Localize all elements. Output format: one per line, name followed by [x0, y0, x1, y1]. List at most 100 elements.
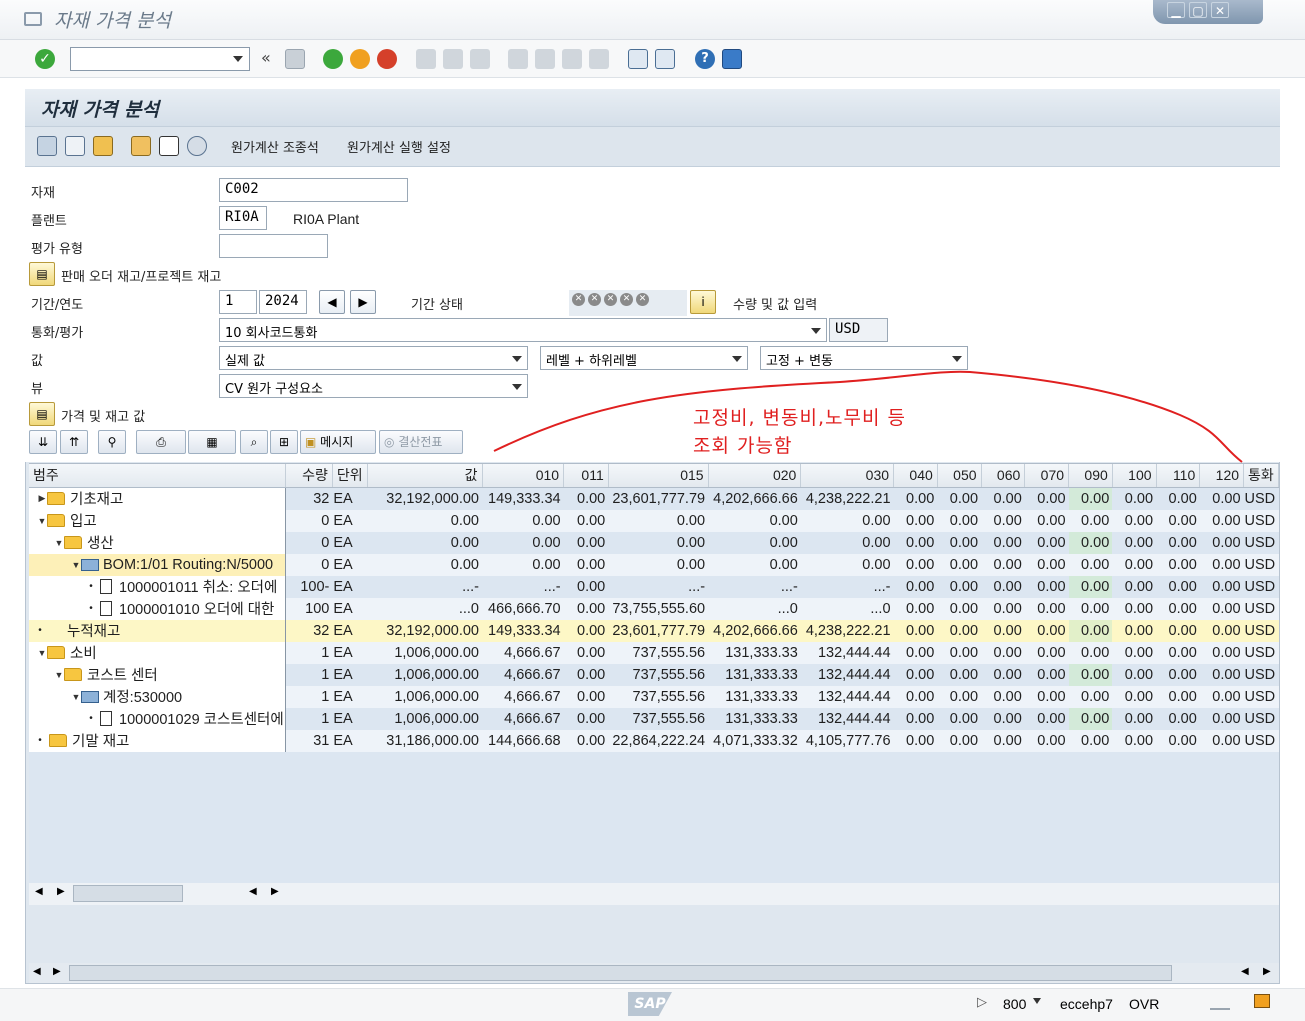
last-page-icon[interactable]	[589, 49, 609, 69]
table-row[interactable]: • 1000001011 취소: 오더에 100- EA ...- ...- 0.00...…	[29, 575, 1279, 598]
column-header[interactable]: 범주	[29, 464, 287, 488]
period-field[interactable]: 1	[219, 290, 257, 314]
shortcut-icon[interactable]	[655, 49, 675, 69]
lock-icon[interactable]	[1254, 994, 1270, 1008]
scroll-right-icon[interactable]: ▶	[53, 966, 61, 977]
costing-cockpit-link[interactable]: 원가계산 조종석	[231, 137, 319, 156]
hierarchy-icon[interactable]	[93, 136, 113, 156]
collapse-icon[interactable]: ▼	[54, 670, 64, 680]
previous-period-button[interactable]: ◀	[319, 290, 345, 314]
tree-cell[interactable]: ▼ 소비	[29, 641, 287, 664]
scroll-right-icon[interactable]: ▶	[1263, 966, 1271, 977]
refresh-icon[interactable]	[37, 136, 57, 156]
collapse-icon[interactable]: ▼	[37, 516, 47, 526]
expand-all-button[interactable]: ⇊	[29, 430, 57, 454]
layout-button[interactable]: ▦	[188, 430, 236, 454]
print-icon[interactable]	[416, 49, 436, 69]
table-row[interactable]: ▼ 생산 0 EA 0.00 0.00 0.00 0.00 0.00 0.00 0.00 0.00 0.…	[29, 531, 1279, 554]
close-icon[interactable]: ✕	[1211, 2, 1229, 18]
back-icon[interactable]	[323, 49, 343, 69]
table-icon[interactable]	[159, 136, 179, 156]
tree-cell[interactable]: ▼ BOM:1/01 Routing:N/5000	[29, 553, 287, 576]
plant-field[interactable]: RI0A	[219, 206, 267, 230]
tree-cell[interactable]: • 1000001010 오더에 대한	[29, 597, 287, 620]
display-icon[interactable]	[65, 136, 85, 156]
first-page-icon[interactable]	[508, 49, 528, 69]
table-row[interactable]: • 기말 재고 31 EA 31,186,000.00 144,666.68 0.00 22,…	[29, 729, 1279, 752]
scroll-left-icon[interactable]: ◀	[249, 886, 257, 897]
minimize-icon[interactable]: ▁	[1167, 2, 1185, 18]
currency-select[interactable]: 10 회사코드통화	[219, 318, 827, 342]
table-row[interactable]: ▼ BOM:1/01 Routing:N/5000 0 EA 0.00 0.00 0.00 0…	[29, 553, 1279, 576]
scroll-left-icon[interactable]: ◀	[35, 886, 43, 897]
sales-order-stock-toggle[interactable]: ▤	[29, 262, 55, 286]
message-button[interactable]: ▣ 메시지	[300, 430, 376, 454]
find-icon[interactable]	[443, 49, 463, 69]
hierarchy-button[interactable]: ⊞	[270, 430, 298, 454]
expand-icon[interactable]: ▶	[37, 493, 47, 504]
scroll-thumb[interactable]	[69, 965, 1172, 981]
save-icon[interactable]	[285, 49, 305, 69]
costing-run-settings-link[interactable]: 원가계산 실행 설정	[347, 137, 451, 156]
detail-button[interactable]: ⌕	[240, 430, 268, 454]
collapse-icon[interactable]: ▼	[71, 692, 81, 702]
column-header[interactable]: 단위	[332, 464, 368, 488]
scroll-left-icon[interactable]: ◀	[33, 966, 41, 977]
exit-icon[interactable]	[24, 12, 42, 26]
material-field[interactable]: C002	[219, 178, 408, 202]
collapse-icon[interactable]: «	[261, 48, 271, 67]
calculator-icon[interactable]	[131, 136, 151, 156]
collapse-icon[interactable]: ▼	[37, 648, 47, 658]
help-icon[interactable]: ?	[695, 49, 715, 69]
cancel-icon[interactable]	[377, 49, 397, 69]
price-stock-values-toggle[interactable]: ▤	[29, 402, 55, 426]
table-row[interactable]: • 1000001010 오더에 대한 100 EA ...0 466,666.70 0.0…	[29, 597, 1279, 620]
find-button[interactable]: ⚲	[98, 430, 126, 454]
column-header[interactable]: 값	[367, 464, 483, 488]
zoom-icon[interactable]	[187, 136, 207, 156]
collapse-icon[interactable]: ▼	[54, 538, 64, 548]
tree-cell[interactable]: • 1000001011 취소: 오더에	[29, 575, 287, 598]
find-next-icon[interactable]	[470, 49, 490, 69]
table-row[interactable]: • 1000001029 코스트센터에 1 EA 1,006,000.00 4,666.6…	[29, 707, 1279, 730]
previous-page-icon[interactable]	[535, 49, 555, 69]
play-icon[interactable]: ▷	[977, 995, 987, 1010]
tree-cell[interactable]: • 1000001029 코스트센터에	[29, 707, 287, 730]
info-button[interactable]: i	[690, 290, 716, 314]
table-row[interactable]: • 누적재고 32 EA 32,192,000.00 149,333.34 0.00 23,6…	[29, 619, 1279, 642]
chevron-down-icon[interactable]	[233, 56, 243, 62]
tree-cell[interactable]: ▼ 코스트 센터	[29, 663, 287, 686]
collapse-icon[interactable]: ▼	[71, 560, 81, 570]
print-button[interactable]: ⎙	[136, 430, 186, 454]
maximize-icon[interactable]: ▢	[1189, 2, 1207, 18]
table-row[interactable]: ▼ 소비 1 EA 1,006,000.00 4,666.67 0.00 737,555.56…	[29, 641, 1279, 664]
table-row[interactable]: ▶ 기초재고 32 EA 32,192,000.00 149,333.34 0.00 23,6…	[29, 487, 1279, 510]
next-period-button[interactable]: ▶	[350, 290, 376, 314]
scroll-right-icon[interactable]: ▶	[271, 886, 279, 897]
column-header[interactable]: 수량	[285, 464, 333, 488]
next-page-icon[interactable]	[562, 49, 582, 69]
page-horizontal-scrollbar[interactable]: ◀ ▶ ◀ ▶	[29, 963, 1279, 983]
enter-check-icon[interactable]: ✓	[35, 49, 55, 69]
collapse-all-button[interactable]: ⇈	[60, 430, 88, 454]
table-row[interactable]: ▼ 입고 0 EA 0.00 0.00 0.00 0.00 0.00 0.00 0.00 0.00 0.…	[29, 509, 1279, 532]
scroll-thumb[interactable]	[73, 885, 183, 902]
tree-cell[interactable]: ▼ 계정:530000	[29, 685, 287, 708]
scroll-right-icon[interactable]: ▶	[57, 886, 65, 897]
table-row[interactable]: ▼ 코스트 센터 1 EA 1,006,000.00 4,666.67 0.00 737,55…	[29, 663, 1279, 686]
grid-horizontal-scrollbar[interactable]: ◀ ▶ ◀ ▶	[29, 883, 1279, 905]
tree-cell[interactable]: ▶ 기초재고	[29, 487, 287, 510]
tree-cell[interactable]: ▼ 입고	[29, 509, 287, 532]
layout-menu-icon[interactable]	[722, 49, 742, 69]
tree-cell[interactable]: • 기말 재고	[29, 729, 287, 752]
new-session-icon[interactable]	[628, 49, 648, 69]
tree-cell[interactable]: ▼ 생산	[29, 531, 287, 554]
chevron-down-icon[interactable]	[1033, 998, 1041, 1004]
exit-icon[interactable]	[350, 49, 370, 69]
command-field[interactable]	[70, 47, 250, 71]
tree-cell[interactable]: • 누적재고	[29, 619, 287, 642]
table-row[interactable]: ▼ 계정:530000 1 EA 1,006,000.00 4,666.67 0.00 737…	[29, 685, 1279, 708]
valuation-type-field[interactable]	[219, 234, 328, 258]
scroll-left-icon[interactable]: ◀	[1241, 966, 1249, 977]
year-field[interactable]: 2024	[259, 290, 307, 314]
